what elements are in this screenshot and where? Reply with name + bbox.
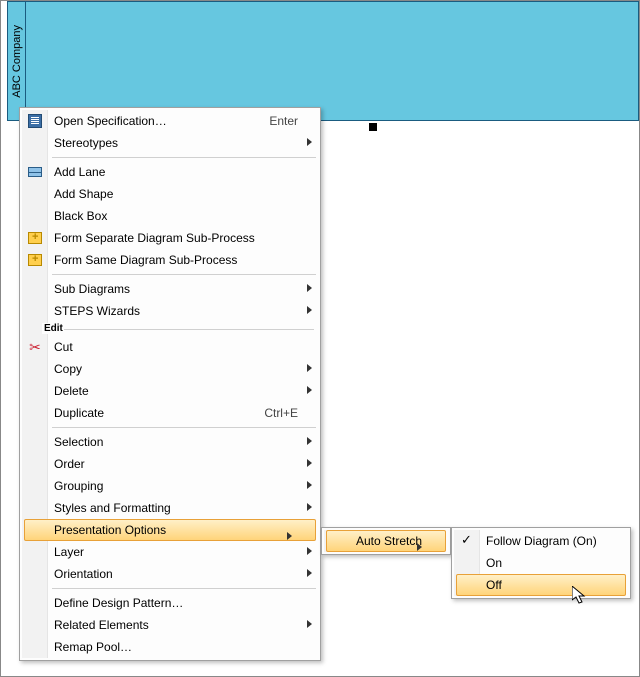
submenu-arrow-icon	[307, 481, 312, 489]
menu-add-lane[interactable]: Add Lane	[22, 161, 318, 183]
menu-label: Add Lane	[54, 165, 298, 179]
menu-label: Layer	[54, 545, 298, 559]
submenu-arrow-icon	[307, 138, 312, 146]
menu-label: Form Separate Diagram Sub-Process	[54, 231, 298, 245]
menu-label: Define Design Pattern…	[54, 596, 298, 610]
menu-label: Off	[486, 578, 608, 592]
menu-duplicate[interactable]: Duplicate Ctrl+E	[22, 402, 318, 424]
submenu-arrow-icon	[417, 543, 422, 551]
menu-label: Form Same Diagram Sub-Process	[54, 253, 298, 267]
submenu-arrow-icon	[307, 306, 312, 314]
submenu-arrow-icon	[307, 503, 312, 511]
menu-separator	[52, 588, 316, 589]
menu-label: Presentation Options	[54, 523, 293, 537]
submenu-on[interactable]: On	[454, 552, 628, 574]
menu-label: Sub Diagrams	[54, 282, 298, 296]
menu-label: STEPS Wizards	[54, 304, 298, 318]
menu-cut[interactable]: ✂ Cut	[22, 336, 318, 358]
menu-define-design-pattern[interactable]: Define Design Pattern…	[22, 592, 318, 614]
menu-accel: Enter	[253, 114, 298, 128]
menu-label: Orientation	[54, 567, 298, 581]
scissors-icon: ✂	[27, 339, 43, 355]
menu-steps-wizards[interactable]: STEPS Wizards	[22, 300, 318, 322]
menu-label: Grouping	[54, 479, 298, 493]
menu-orientation[interactable]: Orientation	[22, 563, 318, 585]
menu-stereotypes[interactable]: Stereotypes	[22, 132, 318, 154]
menu-label: Duplicate	[54, 406, 248, 420]
menu-label: Cut	[54, 340, 298, 354]
submenu-arrow-icon	[287, 532, 292, 540]
menu-label: Open Specification…	[54, 114, 253, 128]
resize-handle[interactable]	[369, 123, 377, 131]
check-icon: ✓	[461, 534, 473, 546]
submenu-arrow-icon	[307, 284, 312, 292]
menu-sub-diagrams[interactable]: Sub Diagrams	[22, 278, 318, 300]
menu-open-specification[interactable]: Open Specification… Enter	[22, 110, 318, 132]
pool-shape[interactable]: ABC Company	[7, 1, 639, 121]
submenu-arrow-icon	[307, 364, 312, 372]
pool-title-bar[interactable]: ABC Company	[8, 2, 26, 120]
menu-form-same-subprocess[interactable]: Form Same Diagram Sub-Process	[22, 249, 318, 271]
menu-styles-formatting[interactable]: Styles and Formatting	[22, 497, 318, 519]
menu-label: Add Shape	[54, 187, 298, 201]
menu-selection[interactable]: Selection	[22, 431, 318, 453]
menu-label: Selection	[54, 435, 298, 449]
menu-label: Related Elements	[54, 618, 298, 632]
submenu-auto-stretch[interactable]: Auto Stretch	[324, 530, 448, 552]
submenu-arrow-icon	[307, 569, 312, 577]
app-stage: ABC Company Open Specification… Enter St…	[0, 0, 640, 677]
menu-label: Copy	[54, 362, 298, 376]
submenu-arrow-icon	[307, 620, 312, 628]
submenu-arrow-icon	[307, 459, 312, 467]
submenu-arrow-icon	[307, 547, 312, 555]
lane-icon	[27, 164, 43, 180]
menu-label: Delete	[54, 384, 298, 398]
submenu-off[interactable]: Off	[454, 574, 628, 596]
menu-label: On	[486, 556, 608, 570]
submenu-arrow-icon	[307, 437, 312, 445]
menu-label: Styles and Formatting	[54, 501, 298, 515]
menu-form-separate-subprocess[interactable]: Form Separate Diagram Sub-Process	[22, 227, 318, 249]
menu-remap-pool[interactable]: Remap Pool…	[22, 636, 318, 658]
submenu-auto-stretch-options: ✓ Follow Diagram (On) On Off	[451, 527, 631, 599]
menu-accel: Ctrl+E	[248, 406, 298, 420]
menu-add-shape[interactable]: Add Shape	[22, 183, 318, 205]
menu-order[interactable]: Order	[22, 453, 318, 475]
menu-label: Stereotypes	[54, 136, 298, 150]
pool-title-text: ABC Company	[11, 25, 23, 98]
submenu-presentation-options: Auto Stretch	[321, 527, 451, 555]
subprocess-icon	[27, 230, 43, 246]
menu-separator	[52, 157, 316, 158]
menu-separator	[52, 427, 316, 428]
menu-label: Remap Pool…	[54, 640, 298, 654]
submenu-arrow-icon	[307, 386, 312, 394]
menu-separator	[52, 274, 316, 275]
menu-copy[interactable]: Copy	[22, 358, 318, 380]
menu-separator-edit: Edit	[22, 323, 318, 335]
menu-related-elements[interactable]: Related Elements	[22, 614, 318, 636]
menu-delete[interactable]: Delete	[22, 380, 318, 402]
menu-label: Follow Diagram (On)	[486, 534, 608, 548]
menu-layer[interactable]: Layer	[22, 541, 318, 563]
menu-presentation-options[interactable]: Presentation Options	[22, 519, 318, 541]
menu-black-box[interactable]: Black Box	[22, 205, 318, 227]
menu-label: Black Box	[54, 209, 298, 223]
menu-label: Auto Stretch	[356, 534, 423, 548]
menu-label: Order	[54, 457, 298, 471]
submenu-follow-diagram[interactable]: ✓ Follow Diagram (On)	[454, 530, 628, 552]
subprocess-icon	[27, 252, 43, 268]
menu-grouping[interactable]: Grouping	[22, 475, 318, 497]
separator-label: Edit	[42, 323, 65, 334]
context-menu: Open Specification… Enter Stereotypes Ad…	[19, 107, 321, 661]
spec-icon	[27, 113, 43, 129]
